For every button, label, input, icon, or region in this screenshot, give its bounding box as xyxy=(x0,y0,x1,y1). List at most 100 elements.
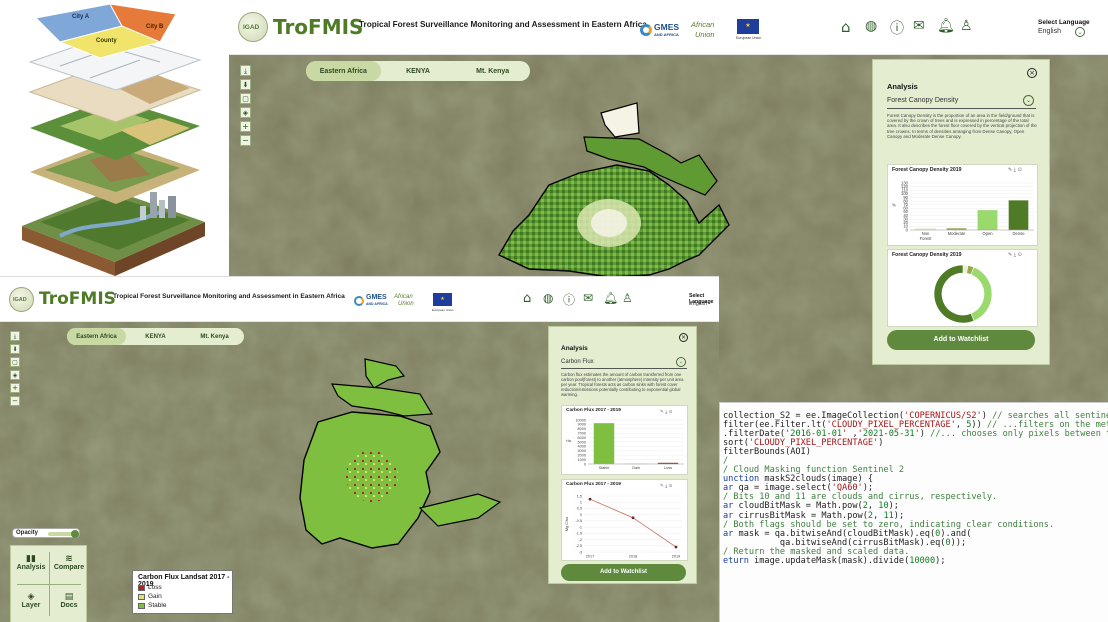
globe-icon[interactable]: ◍ xyxy=(543,291,553,305)
analysis-type-select[interactable]: Forest Canopy Density ⌄ xyxy=(887,94,1036,109)
tools-grid: ▮▮ Analysis ≋ Compare ◈ Layer ▤ Docs xyxy=(10,545,87,622)
legend-item-loss: Loss xyxy=(148,584,162,591)
download-icon[interactable]: ⤓ xyxy=(10,331,20,341)
chart-tools-icon[interactable]: ✎ ⤓ ⊙ xyxy=(1008,252,1022,258)
globe-icon[interactable]: ◍ xyxy=(865,18,877,34)
y-tick-label: 9000 xyxy=(578,423,586,427)
satellite-map[interactable]: Eastern Africa KENYA Mt. Kenya ⤓ ⬇ ▢ ◈ +… xyxy=(0,322,719,622)
canopy-bar-chart-card: Forest Canopy Density 2019 ✎ ⤓ ⊙ 0 10 20 30… xyxy=(887,164,1038,246)
donut-slice xyxy=(970,266,993,322)
tool-compare[interactable]: ≋ Compare xyxy=(51,554,87,571)
analysis-title: Analysis xyxy=(887,82,918,91)
close-icon[interactable]: × xyxy=(1027,68,1037,78)
zoom-in-button[interactable]: + xyxy=(240,121,251,132)
bell-icon[interactable]: 🔔︎ xyxy=(603,291,618,305)
top-header: IGAD TroFMIS Tropical Forest Surveillanc… xyxy=(229,0,1108,55)
layers-icon[interactable]: ◈ xyxy=(10,370,20,380)
breadcrumb-eastern-africa[interactable]: Eastern Africa xyxy=(67,328,126,345)
canopy-bar-chart: 0102030405060708090100110120130%NonFores… xyxy=(892,180,1034,241)
analysis-type-value: Carbon Flux xyxy=(561,359,594,365)
breadcrumb-mt-kenya[interactable]: Mt. Kenya xyxy=(185,334,244,340)
tool-analysis[interactable]: ▮▮ Analysis xyxy=(13,554,49,571)
language-select[interactable]: English xyxy=(689,301,707,307)
analysis-icon: ▮▮ xyxy=(26,554,36,564)
bar xyxy=(1008,200,1029,231)
user-icon[interactable]: ♙ xyxy=(622,291,633,305)
breadcrumb-eastern-africa[interactable]: Eastern Africa xyxy=(306,61,381,81)
download-alt-icon[interactable]: ⬇ xyxy=(10,344,20,354)
legend-item-stable: Stable xyxy=(148,602,167,609)
map-toolbar: ⤓ ⬇ ▢ ◈ + − xyxy=(240,65,251,149)
add-to-watchlist-button[interactable]: Add to Watchlist xyxy=(887,330,1035,350)
chart-tools-icon[interactable]: ✎ ⤓ ⊙ xyxy=(660,483,672,489)
frame-icon[interactable]: ▢ xyxy=(10,357,20,367)
select-chevron-icon: ⌄ xyxy=(1023,95,1034,106)
eu-flag-label: European Union xyxy=(736,36,762,40)
tool-docs[interactable]: ▤ Docs xyxy=(51,592,87,609)
region-label-county: County xyxy=(96,38,117,44)
analysis-type-value: Forest Canopy Density xyxy=(887,97,959,104)
frame-icon[interactable]: ▢ xyxy=(240,93,251,104)
analysis-panel: Analysis × Carbon Flux ⌄ Carbon flux est… xyxy=(548,326,697,584)
mail-icon[interactable]: ✉ xyxy=(913,18,925,34)
au-logo: African xyxy=(691,20,715,29)
tool-layer-label: Layer xyxy=(21,602,41,609)
home-icon[interactable]: ⌂ xyxy=(523,291,531,306)
bell-icon[interactable]: 🔔︎ xyxy=(937,18,955,34)
y-tick-label: -2.5 xyxy=(575,544,582,548)
y-tick-label: -0.5 xyxy=(575,519,582,523)
chart-tools-icon[interactable]: ✎ ⤓ ⊙ xyxy=(660,409,672,415)
layers-icon[interactable]: ◈ xyxy=(240,107,251,118)
au-logo: African xyxy=(394,294,413,300)
x-tick-label: Moderate xyxy=(948,231,966,236)
legend-swatch-stable xyxy=(138,603,145,609)
mail-icon[interactable]: ✉ xyxy=(583,291,593,305)
au-logo-line2: Union xyxy=(398,301,414,307)
x-tick-label: Forest xyxy=(920,236,933,241)
code-lines: collection_S2 = ee.ImageCollection('COPE… xyxy=(723,411,1108,566)
user-icon[interactable]: ♙ xyxy=(960,18,973,34)
close-icon[interactable]: × xyxy=(679,333,688,342)
zoom-out-button[interactable]: − xyxy=(10,396,20,406)
chart-tools-icon[interactable]: ✎ ⤓ ⊙ xyxy=(1008,167,1022,173)
igad-logo[interactable]: IGAD xyxy=(238,12,268,42)
canopy-donut-chart xyxy=(933,264,993,324)
y-tick-label: -2 xyxy=(579,538,582,542)
igad-logo[interactable]: IGAD xyxy=(9,287,34,312)
opacity-label: Opacity xyxy=(16,530,39,536)
tool-layer[interactable]: ◈ Layer xyxy=(13,592,49,609)
breadcrumb-kenya[interactable]: KENYA xyxy=(381,68,456,75)
zoom-in-button[interactable]: + xyxy=(10,383,20,393)
breadcrumb-mt-kenya[interactable]: Mt. Kenya xyxy=(455,68,530,75)
layer-stack-illustration: City A County City B xyxy=(0,0,229,276)
analysis-type-select[interactable]: Carbon Flux ⌄ xyxy=(561,356,687,369)
home-icon[interactable]: ⌂ xyxy=(841,18,851,36)
download-icon[interactable]: ⤓ xyxy=(240,65,251,76)
app-name: TroFMIS xyxy=(39,289,116,309)
opacity-handle[interactable] xyxy=(71,530,79,538)
download-alt-icon[interactable]: ⬇ xyxy=(240,79,251,90)
opacity-slider[interactable]: Opacity xyxy=(12,528,80,538)
y-tick-label: 1000 xyxy=(578,458,586,462)
breadcrumb-kenya[interactable]: KENYA xyxy=(126,334,185,340)
select-chevron-icon: ⌄ xyxy=(676,357,686,367)
y-tick-label: 0 xyxy=(584,462,586,466)
y-tick-label: 1.5 xyxy=(577,494,582,498)
tool-compare-label: Compare xyxy=(53,564,85,571)
y-tick-label: 130 xyxy=(901,180,909,185)
code-editor[interactable]: collection_S2 = ee.ImageCollection('COPE… xyxy=(719,402,1108,622)
y-tick-label: -3 xyxy=(579,550,582,554)
y-axis-label: % xyxy=(892,203,896,208)
carbon-line-chart-title: Carbon Flux 2017 - 2019 xyxy=(566,482,621,487)
language-select[interactable]: English xyxy=(1038,28,1061,35)
analysis-title: Analysis xyxy=(561,345,588,352)
add-to-watchlist-button[interactable]: Add to Watchlist xyxy=(561,564,686,581)
info-icon[interactable]: ⓘ xyxy=(563,291,575,308)
language-chevron-icon[interactable]: ⌄ xyxy=(1075,27,1085,37)
data-point xyxy=(674,545,678,549)
y-tick-label: 1 xyxy=(580,501,582,505)
zoom-out-button[interactable]: − xyxy=(240,135,251,146)
bar xyxy=(593,422,615,465)
info-icon[interactable]: ⓘ xyxy=(890,18,904,38)
y-tick-label: 6000 xyxy=(578,436,586,440)
